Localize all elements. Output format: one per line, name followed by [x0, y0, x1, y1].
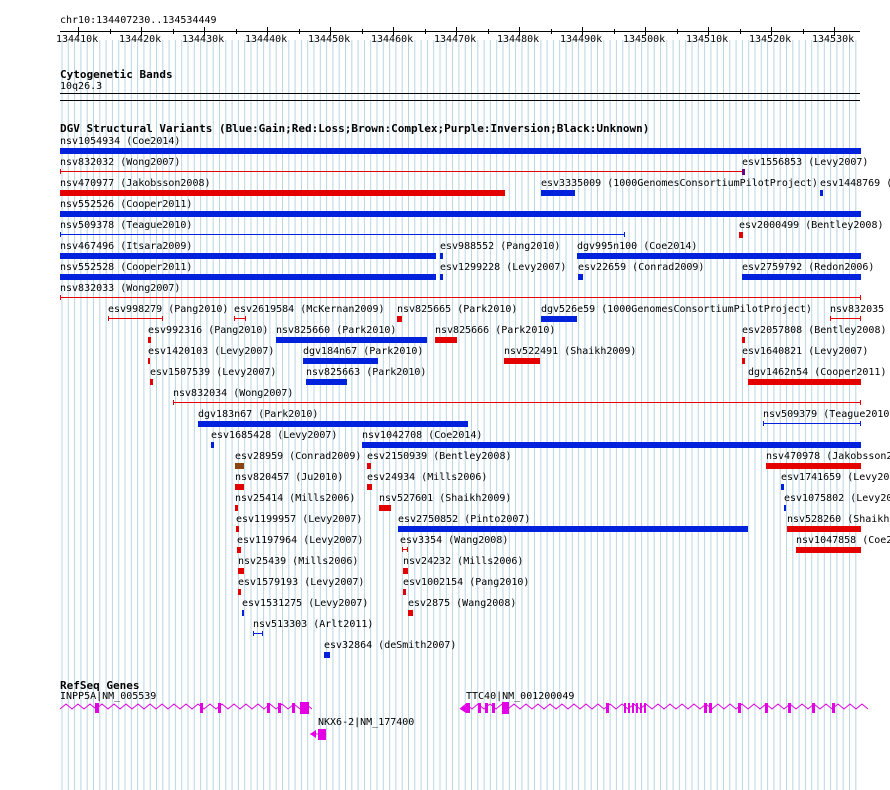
gene-exon — [278, 703, 281, 713]
gene-exon — [812, 703, 815, 713]
gene-exon — [218, 703, 221, 713]
gene-exon — [709, 703, 712, 713]
gene-exon — [300, 702, 309, 714]
gene-exon — [832, 703, 835, 713]
gene-exon — [738, 703, 741, 713]
gene-exon — [485, 703, 488, 713]
gene-exon — [636, 703, 638, 713]
gene-exon — [704, 703, 707, 713]
gene-exon — [502, 702, 509, 714]
gene-exon — [644, 703, 646, 713]
refseq-gene-models[interactable] — [0, 0, 890, 790]
gene-exon — [492, 703, 495, 713]
gene-exon — [478, 703, 481, 713]
gene-exon — [200, 703, 203, 713]
gene-exon — [95, 703, 99, 713]
gene-exon — [606, 703, 609, 713]
gene-exon — [632, 703, 634, 713]
gene-exon — [640, 703, 642, 713]
gene-exon — [318, 729, 326, 740]
gene-exon — [628, 703, 630, 713]
gene-exon — [788, 703, 791, 713]
gene-strand-arrow — [310, 730, 316, 738]
gene-exon — [624, 703, 626, 713]
gene-exon — [466, 703, 470, 713]
gene-exon — [267, 703, 270, 713]
gene-exon — [765, 703, 768, 713]
gene-exon — [292, 703, 295, 713]
gene-intron-line-ttc40 — [459, 703, 869, 710]
